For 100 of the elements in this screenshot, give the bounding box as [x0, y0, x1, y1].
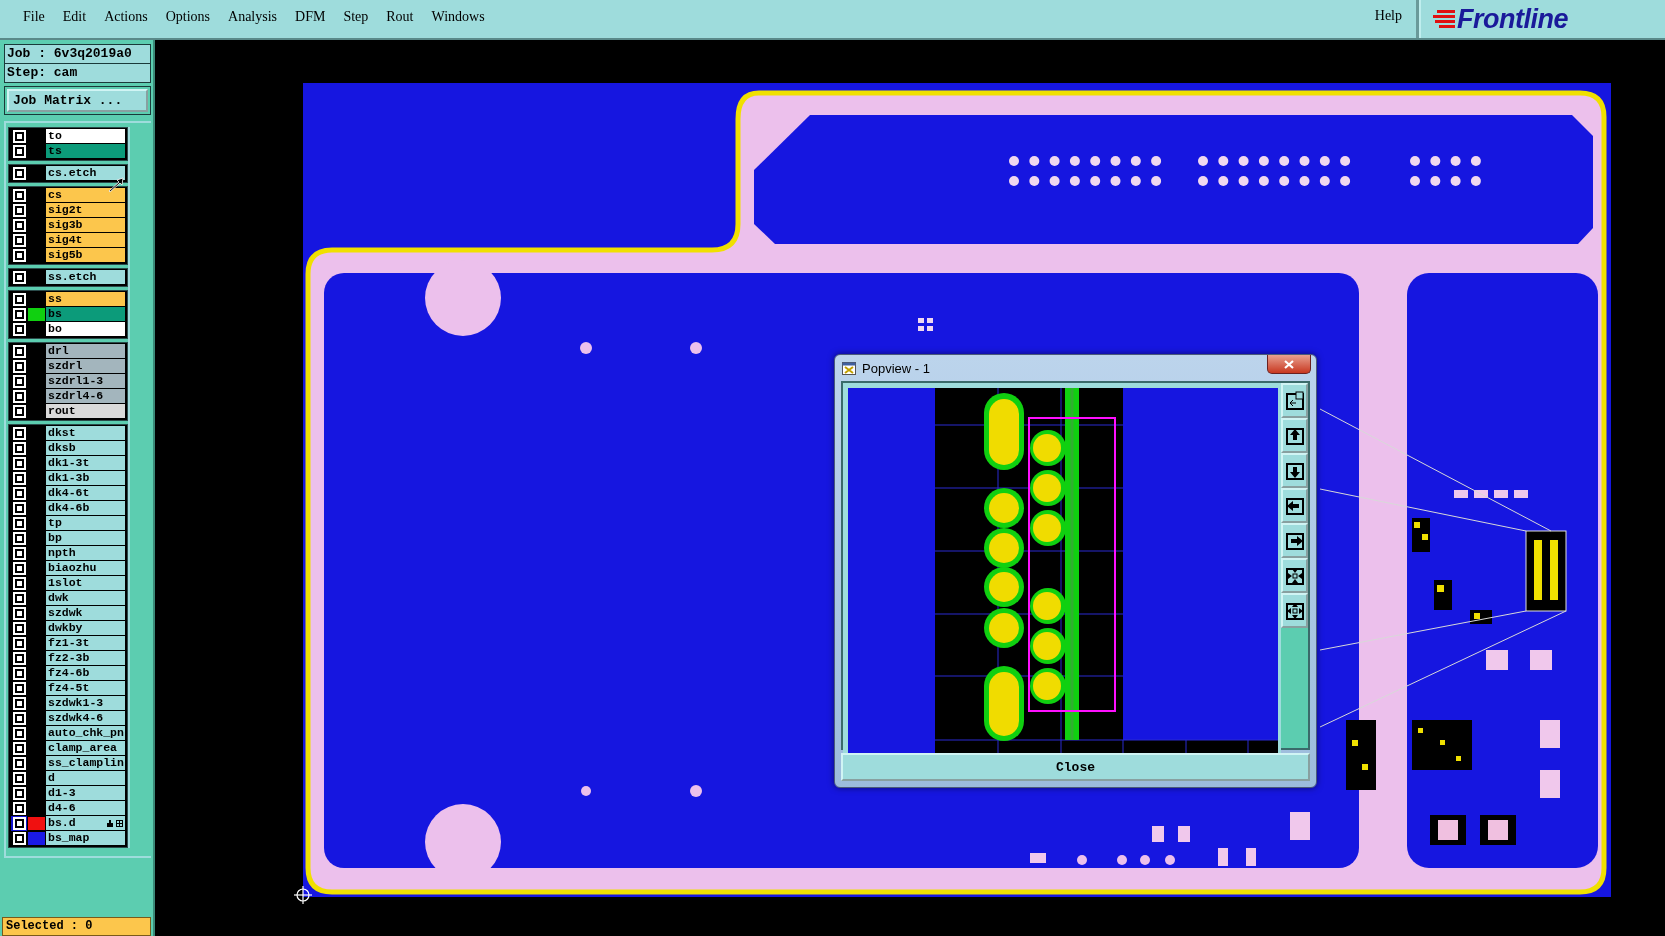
pad	[1450, 156, 1461, 166]
layer-name[interactable]: bp	[46, 531, 125, 545]
layer-name[interactable]: sig3b	[46, 218, 125, 232]
menu-item[interactable]: DFM	[286, 9, 335, 29]
pad	[1430, 156, 1441, 166]
hole	[1117, 855, 1127, 865]
layer-name[interactable]: sig2t	[46, 203, 125, 217]
pad	[1218, 156, 1229, 166]
layer-name[interactable]: cs.etch	[46, 166, 125, 180]
zoom-out-button[interactable]	[1281, 593, 1308, 628]
pad	[1530, 650, 1552, 670]
arrow-down-icon	[1284, 460, 1305, 481]
layer-name[interactable]: bs	[46, 307, 125, 321]
hole	[581, 786, 591, 796]
layer-name[interactable]: fz2-3b	[46, 651, 125, 665]
layer-name[interactable]: dksb	[46, 441, 125, 455]
menu-item[interactable]: Step	[334, 9, 378, 29]
menu-item[interactable]: Analysis	[219, 9, 287, 29]
pad	[1130, 156, 1141, 166]
layer-name[interactable]: biaozhu	[46, 561, 125, 575]
layer-name[interactable]: sig5b	[46, 248, 125, 262]
layer-name[interactable]: bo	[46, 322, 125, 336]
pad	[1474, 490, 1488, 498]
layer-name[interactable]: d1-3	[46, 786, 125, 800]
pan-down-button[interactable]	[1281, 453, 1308, 488]
layer-name[interactable]: bs_map	[46, 831, 125, 845]
step-label: Step: cam	[6, 64, 79, 82]
pad	[1069, 176, 1080, 186]
layer-name[interactable]: fz1-3t	[46, 636, 125, 650]
pad	[1514, 490, 1528, 498]
pad	[1319, 156, 1330, 166]
pan-right-button[interactable]	[1281, 523, 1308, 558]
layer-name[interactable]: dk1-3t	[46, 456, 125, 470]
menu-item[interactable]: Options	[156, 9, 220, 29]
pad	[1340, 176, 1351, 186]
layer-name[interactable]: fz4-5t	[46, 681, 125, 695]
layer-name[interactable]: szdrl1-3	[46, 374, 125, 388]
layer-name[interactable]: ts	[46, 144, 125, 158]
layer-name[interactable]: dwkby	[46, 621, 125, 635]
pan-up-button[interactable]	[1281, 418, 1308, 453]
layer-name[interactable]: drl	[46, 344, 125, 358]
layer-name[interactable]: bs.d	[46, 816, 125, 830]
hole	[690, 342, 702, 354]
layer-name[interactable]: szdwk1-3	[46, 696, 125, 710]
layer-name[interactable]: rout	[46, 404, 125, 418]
layer-name[interactable]: npth	[46, 546, 125, 560]
pan-left-button[interactable]	[1281, 488, 1308, 523]
pad	[1258, 176, 1269, 186]
layer-name[interactable]: szdwk	[46, 606, 125, 620]
layer-name[interactable]: dk1-3b	[46, 471, 125, 485]
hole	[1165, 855, 1175, 865]
job-matrix-button[interactable]: Job Matrix ...	[7, 89, 148, 112]
layer-name[interactable]: fz4-6b	[46, 666, 125, 680]
layer-name[interactable]: ss_clamplin	[46, 756, 125, 770]
arrow-right-icon	[1284, 530, 1305, 551]
layer-name[interactable]: szdrl4-6	[46, 389, 125, 403]
layer-name[interactable]: dk4-6t	[46, 486, 125, 500]
pad	[1069, 156, 1080, 166]
layer-name[interactable]: ss.etch	[46, 270, 125, 284]
layer-name[interactable]: ss	[46, 292, 125, 306]
menu-item[interactable]: Windows	[422, 9, 494, 29]
window-button[interactable]	[1281, 383, 1308, 418]
menu-item[interactable]: File	[14, 9, 54, 29]
menu-item[interactable]: Rout	[377, 9, 423, 29]
zoom-in-button[interactable]	[1281, 558, 1308, 593]
layer-name[interactable]: clamp_area	[46, 741, 125, 755]
pad	[1450, 176, 1461, 186]
pad	[1258, 156, 1269, 166]
close-button[interactable]	[1267, 355, 1311, 374]
pad	[1299, 176, 1310, 186]
component-footprint	[1430, 815, 1466, 845]
layer-name[interactable]: dk4-6b	[46, 501, 125, 515]
layer-name[interactable]: 1slot	[46, 576, 125, 590]
layer-name[interactable]: d4-6	[46, 801, 125, 815]
pad	[1340, 156, 1351, 166]
layer-name[interactable]: sig4t	[46, 233, 125, 247]
component-footprint	[1470, 610, 1492, 624]
layer-name[interactable]: auto_chk_pn	[46, 726, 125, 740]
close-icon	[1284, 359, 1294, 369]
menu-item[interactable]: Actions	[95, 9, 157, 29]
logo-text: Frontline	[1457, 3, 1568, 35]
pad	[1110, 176, 1121, 186]
component-footprint	[1412, 518, 1430, 552]
layer-name[interactable]: d	[46, 771, 125, 785]
layer-name[interactable]: szdwk4-6	[46, 711, 125, 725]
selection-status: Selected : 0	[2, 917, 151, 936]
pad	[1110, 156, 1121, 166]
layer-name[interactable]: szdrl	[46, 359, 125, 373]
layer-name[interactable]: tp	[46, 516, 125, 530]
close-button[interactable]: Close	[841, 753, 1310, 781]
menu-item[interactable]: Edit	[53, 9, 96, 29]
zoom-out-icon	[1284, 600, 1305, 621]
pad	[1218, 848, 1228, 866]
layer-name[interactable]: to	[46, 129, 125, 143]
layer-name[interactable]: dkst	[46, 426, 125, 440]
layer-name[interactable]: cs	[46, 188, 125, 202]
layer-name[interactable]: dwk	[46, 591, 125, 605]
origin-crosshair-icon	[293, 885, 313, 905]
pad	[1090, 176, 1101, 186]
pad	[1279, 176, 1290, 186]
